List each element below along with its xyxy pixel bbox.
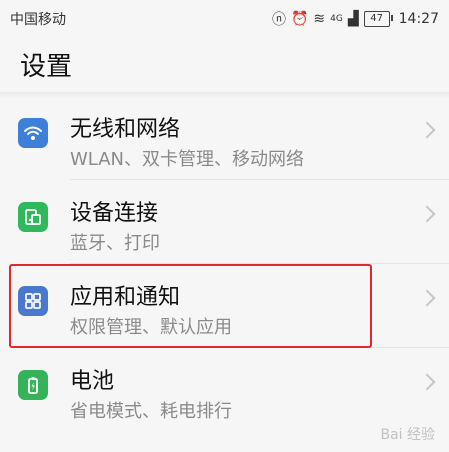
chevron-right-icon bbox=[418, 289, 436, 307]
chevron-right-icon bbox=[418, 205, 436, 223]
status-bar: 中国移动 ⓝ ⏰ ≋ 4G ▟ 47 14:27 bbox=[0, 0, 449, 38]
device-connect-icon bbox=[18, 202, 48, 232]
nfc-icon: ⓝ bbox=[271, 12, 286, 28]
settings-item-device-connection[interactable]: 设备连接 蓝牙、打印 bbox=[0, 180, 449, 264]
settings-item-subtitle: 权限管理、默认应用 bbox=[70, 317, 232, 338]
battery-level: 47 bbox=[370, 13, 383, 24]
alarm-icon: ⏰ bbox=[290, 11, 309, 27]
settings-item-subtitle: 蓝牙、打印 bbox=[70, 233, 160, 254]
settings-list: 无线和网络 WLAN、双卡管理、移动网络 设备连接 蓝牙、打印 应用和通知 权限… bbox=[0, 96, 449, 432]
battery-icon bbox=[18, 370, 48, 400]
battery-status-icon: 47 bbox=[363, 11, 393, 27]
chevron-right-icon bbox=[418, 121, 436, 139]
settings-item-apps-notifications[interactable]: 应用和通知 权限管理、默认应用 bbox=[0, 264, 449, 348]
wifi-icon bbox=[18, 118, 48, 148]
wifi-status-icon: ≋ bbox=[313, 11, 326, 27]
status-icons: ⓝ ⏰ ≋ 4G ▟ 47 14:27 bbox=[272, 9, 439, 29]
settings-item-title: 电池 bbox=[70, 369, 115, 394]
settings-item-battery[interactable]: 电池 省电模式、耗电排行 bbox=[0, 348, 449, 432]
apps-icon bbox=[18, 286, 48, 316]
settings-item-subtitle: WLAN、双卡管理、移动网络 bbox=[70, 149, 305, 170]
settings-item-title: 设备连接 bbox=[70, 201, 159, 226]
settings-item-subtitle: 省电模式、耗电排行 bbox=[70, 401, 232, 422]
watermark: Bai 经验 bbox=[380, 427, 435, 443]
signal-icon: ▟ bbox=[347, 11, 359, 27]
settings-item-wireless-network[interactable]: 无线和网络 WLAN、双卡管理、移动网络 bbox=[0, 96, 449, 180]
page-title: 设置 bbox=[20, 52, 73, 82]
chevron-right-icon bbox=[418, 373, 436, 391]
settings-item-title: 无线和网络 bbox=[70, 117, 181, 142]
clock: 14:27 bbox=[398, 11, 439, 27]
network-type-label: 4G bbox=[330, 14, 343, 24]
carrier-label: 中国移动 bbox=[10, 12, 66, 28]
settings-item-title: 应用和通知 bbox=[70, 285, 181, 310]
